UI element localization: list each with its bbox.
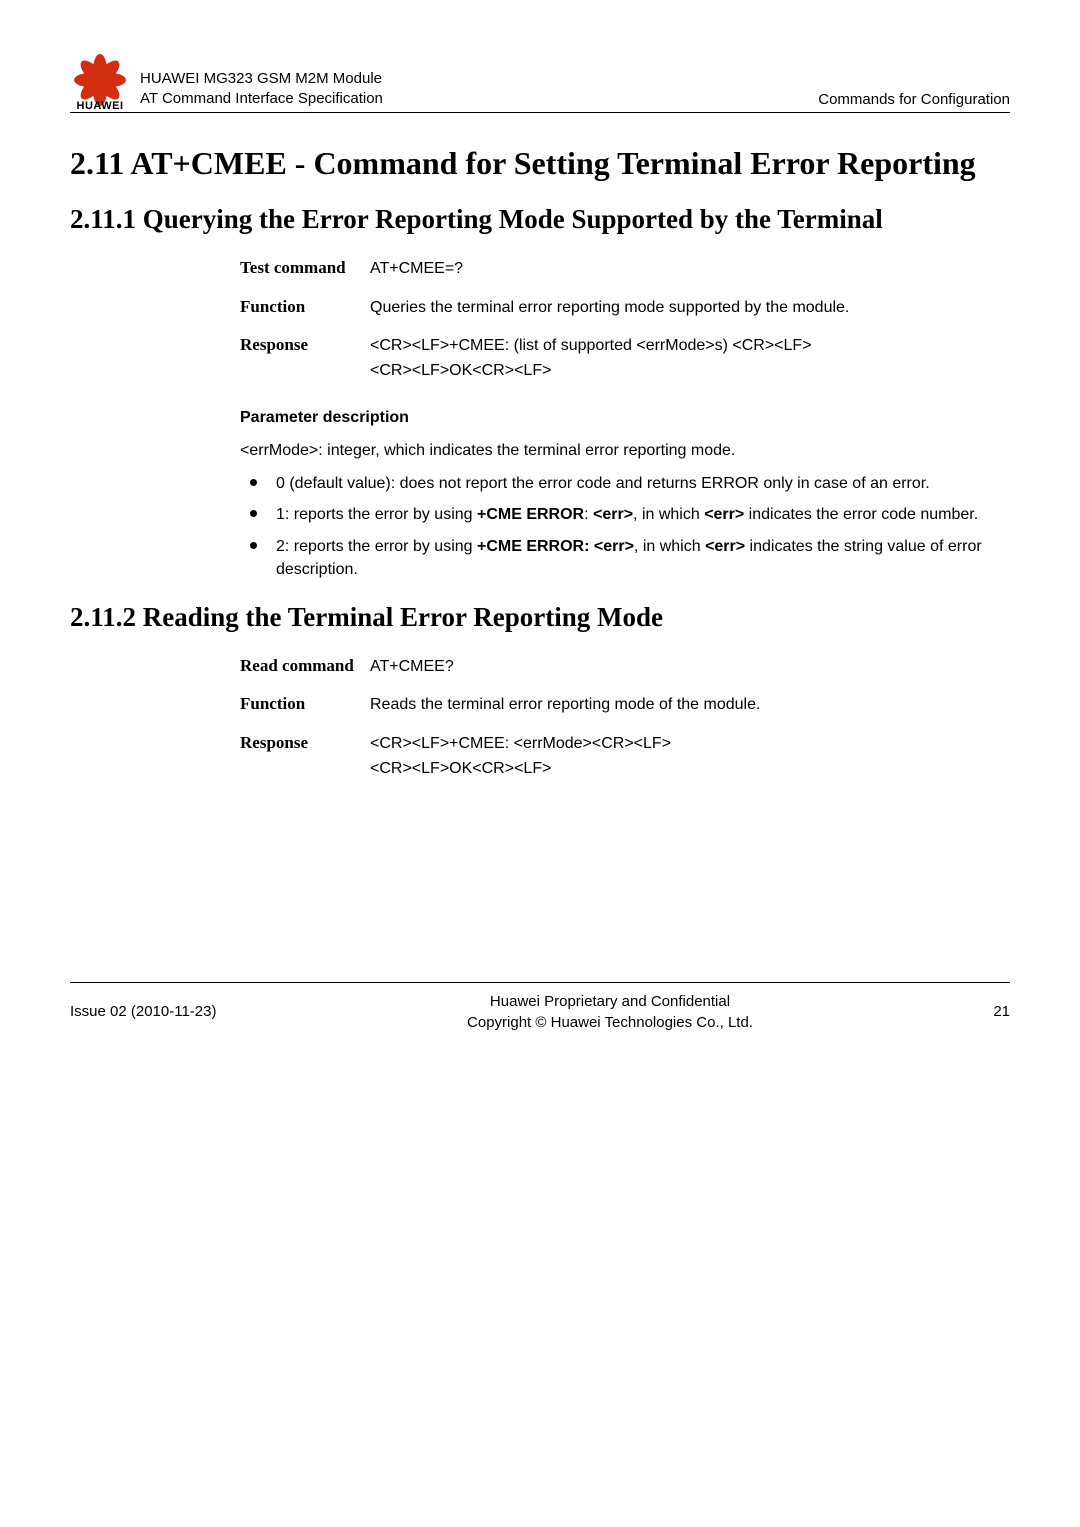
read-command-value: AT+CMEE? — [370, 655, 454, 680]
function-label: Function — [240, 296, 370, 318]
response-label: Response — [240, 334, 370, 356]
parameter-intro: <errMode>: integer, which indicates the … — [240, 439, 1010, 462]
table-row: Response <CR><LF>+CMEE: (list of support… — [240, 334, 1010, 384]
parameter-description-block: Parameter description <errMode>: integer… — [240, 409, 1010, 581]
list-item: 2: reports the error by using +CME ERROR… — [240, 535, 1010, 581]
response2-line1: <CR><LF>+CMEE: <errMode><CR><LF> — [370, 735, 671, 752]
table-row: Response <CR><LF>+CMEE: <errMode><CR><LF… — [240, 732, 1010, 782]
huawei-logo: HUAWEI — [70, 50, 130, 110]
read-command-label: Read command — [240, 655, 370, 677]
module-name: HUAWEI MG323 GSM M2M Module — [140, 70, 382, 87]
brand-text: HUAWEI — [70, 100, 130, 112]
response-value: <CR><LF>+CMEE: (list of supported <errMo… — [370, 334, 812, 384]
footer-copyright: Copyright © Huawei Technologies Co., Ltd… — [467, 1014, 753, 1031]
bullet-text-2-mid: : — [584, 506, 593, 523]
table-row: Function Queries the terminal error repo… — [240, 296, 1010, 321]
table-row: Read command AT+CMEE? — [240, 655, 1010, 680]
function-label-2: Function — [240, 693, 370, 715]
bullet-text-2-post: indicates the error code number. — [744, 506, 978, 523]
definition-table-1: Test command AT+CMEE=? Function Queries … — [240, 257, 1010, 384]
spec-name: AT Command Interface Specification — [140, 90, 383, 107]
table-row: Function Reads the terminal error report… — [240, 693, 1010, 718]
footer-page-number: 21 — [930, 1003, 1010, 1020]
header-right-text: Commands for Configuration — [818, 91, 1010, 110]
response-value-2: <CR><LF>+CMEE: <errMode><CR><LF> <CR><LF… — [370, 732, 671, 782]
function-value-2: Reads the terminal error reporting mode … — [370, 693, 760, 718]
footer-center: Huawei Proprietary and Confidential Copy… — [290, 991, 930, 1033]
page-header: HUAWEI HUAWEI MG323 GSM M2M Module AT Co… — [70, 50, 1010, 113]
section-heading-2-11-2: 2.11.2 Reading the Terminal Error Report… — [70, 601, 1010, 635]
list-item: 0 (default value): does not report the e… — [240, 472, 1010, 495]
definition-table-2: Read command AT+CMEE? Function Reads the… — [240, 655, 1010, 782]
bullet-text-2-mid2: , in which — [633, 506, 704, 523]
bullet-text-3-mid: , in which — [634, 538, 705, 555]
parameter-description-heading: Parameter description — [240, 409, 1010, 427]
header-left-text: HUAWEI MG323 GSM M2M Module AT Command I… — [140, 69, 818, 110]
bullet-list: 0 (default value): does not report the e… — [240, 472, 1010, 581]
section-heading-2-11-1: 2.11.1 Querying the Error Reporting Mode… — [70, 203, 1010, 237]
function-value: Queries the terminal error reporting mod… — [370, 296, 849, 321]
footer-proprietary: Huawei Proprietary and Confidential — [490, 993, 730, 1010]
test-command-value: AT+CMEE=? — [370, 257, 463, 282]
bullet-text-2-bold3: <err> — [704, 506, 744, 523]
bullet-text-3-bold2: <err> — [705, 538, 745, 555]
test-command-label: Test command — [240, 257, 370, 279]
bullet-text-3-bold1: +CME ERROR: <err> — [477, 538, 634, 555]
bullet-text-2-bold1: +CME ERROR — [477, 506, 584, 523]
bullet-text-2-bold2: <err> — [593, 506, 633, 523]
response-label-2: Response — [240, 732, 370, 754]
bullet-text-2-pre: 1: reports the error by using — [276, 506, 477, 523]
bullet-text-1: 0 (default value): does not report the e… — [276, 475, 930, 492]
footer-issue-date: Issue 02 (2010-11-23) — [70, 1003, 290, 1020]
response2-line2: <CR><LF>OK<CR><LF> — [370, 760, 551, 777]
page-footer: Issue 02 (2010-11-23) Huawei Proprietary… — [70, 982, 1010, 1033]
response-line1: <CR><LF>+CMEE: (list of supported <errMo… — [370, 337, 812, 354]
table-row: Test command AT+CMEE=? — [240, 257, 1010, 282]
section-heading-2-11: 2.11 AT+CMEE - Command for Setting Termi… — [70, 143, 1010, 183]
list-item: 1: reports the error by using +CME ERROR… — [240, 503, 1010, 526]
response-line2: <CR><LF>OK<CR><LF> — [370, 362, 551, 379]
bullet-text-3-pre: 2: reports the error by using — [276, 538, 477, 555]
